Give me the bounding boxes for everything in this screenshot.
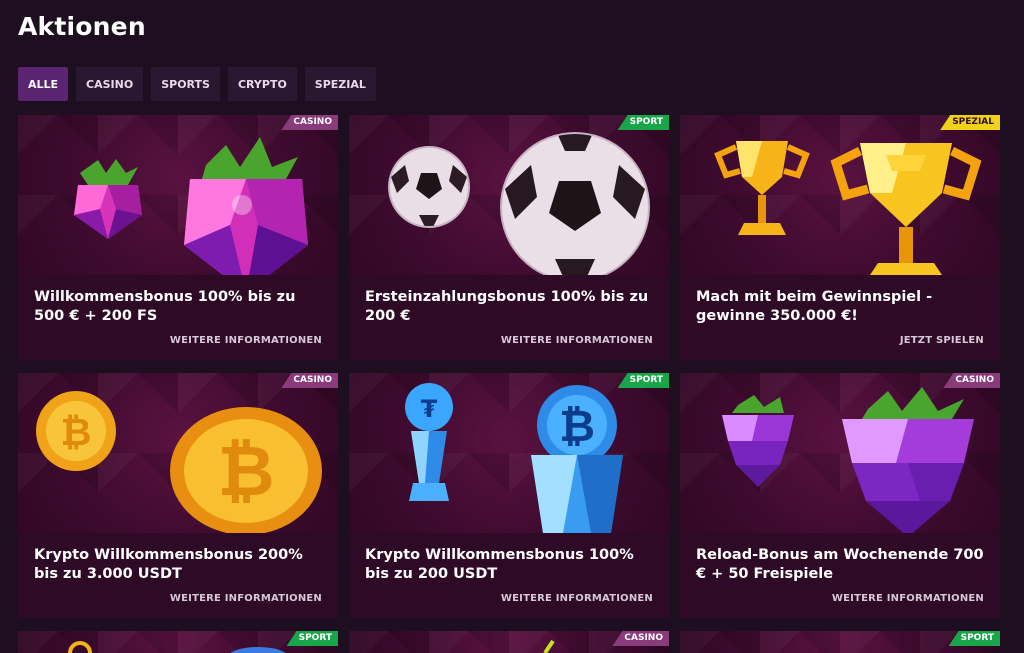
promo-title: Ersteinzahlungsbonus 100% bis zu 200 € xyxy=(365,289,649,324)
page-title: Aktionen xyxy=(18,12,146,41)
promo-card[interactable]: CASINO xyxy=(18,115,338,360)
promo-card[interactable]: SPEZIAL Mach mit beim Gewinnspiel - gewi… xyxy=(680,115,1000,360)
svg-text:₿: ₿ xyxy=(217,430,274,512)
filter-casino[interactable]: CASINO xyxy=(76,67,144,101)
promo-image: CASINO xyxy=(680,373,1000,533)
grapes-icon xyxy=(722,387,974,533)
more-info-link[interactable]: WEITERE INFORMATIONEN xyxy=(832,593,984,604)
svg-text:₮: ₮ xyxy=(421,395,438,423)
promo-card[interactable]: SPORT xyxy=(349,115,669,360)
more-info-link[interactable]: WEITERE INFORMATIONEN xyxy=(170,593,322,604)
trophy-icon xyxy=(714,141,982,275)
category-badge: SPEZIAL xyxy=(940,115,1000,130)
crypto-trophy-icon: ₮ ₿ xyxy=(405,383,623,533)
more-info-link[interactable]: WEITERE INFORMATIONEN xyxy=(501,593,653,604)
promo-image: CASINO xyxy=(18,115,338,275)
filter-crypto[interactable]: CRYPTO xyxy=(227,67,297,101)
more-info-link[interactable]: WEITERE INFORMATIONEN xyxy=(170,335,322,346)
promo-title: Mach mit beim Gewinnspiel - gewinne 350.… xyxy=(696,289,933,324)
promo-image: SPEZIAL xyxy=(680,115,1000,275)
bitcoin-coin-icon: ₿ ₿ xyxy=(36,391,322,533)
filter-sports[interactable]: SPORTS xyxy=(151,67,220,101)
promo-grid: CASINO Willkommensbonus 100% bis zu 500 … xyxy=(18,115,1000,653)
filter-all[interactable]: ALLE xyxy=(18,67,69,101)
promo-title: Krypto Willkommensbonus 200% bis zu 3.00… xyxy=(34,547,303,582)
promo-title: Willkommensbonus 100% bis zu 500 € + 200… xyxy=(34,289,296,324)
svg-text:₿: ₿ xyxy=(559,401,595,452)
promo-image: SPORT ₮ ₿ xyxy=(349,373,669,533)
play-now-link[interactable]: JETZT SPIELEN xyxy=(900,335,984,346)
promo-card[interactable]: CASINO ₿ ₿ Krypto Willkommensbonus 200% … xyxy=(18,373,338,618)
svg-text:₿: ₿ xyxy=(61,410,92,454)
filter-tabs: ALLE CASINO SPORTS CRYPTO SPEZIAL xyxy=(18,67,376,101)
promo-card[interactable]: SPORT ₮ ₿ Krypto Willkommensbonus 100% b… xyxy=(349,373,669,618)
more-info-link[interactable]: WEITERE INFORMATIONEN xyxy=(501,335,653,346)
promo-title: Krypto Willkommensbonus 100% bis zu 200 … xyxy=(365,547,634,582)
promo-image: SPORT xyxy=(349,115,669,275)
raspberry-icon xyxy=(74,137,308,275)
promo-card[interactable]: CASINO Reload-Bonus am Wochenende 700 € … xyxy=(680,373,1000,618)
category-badge: SPORT xyxy=(948,631,1000,646)
promo-image: CASINO ₿ ₿ xyxy=(18,373,338,533)
filter-spezial[interactable]: SPEZIAL xyxy=(304,67,376,101)
promo-title: Reload-Bonus am Wochenende 700 € + 50 Fr… xyxy=(696,547,984,582)
soccer-ball-icon xyxy=(388,132,650,275)
